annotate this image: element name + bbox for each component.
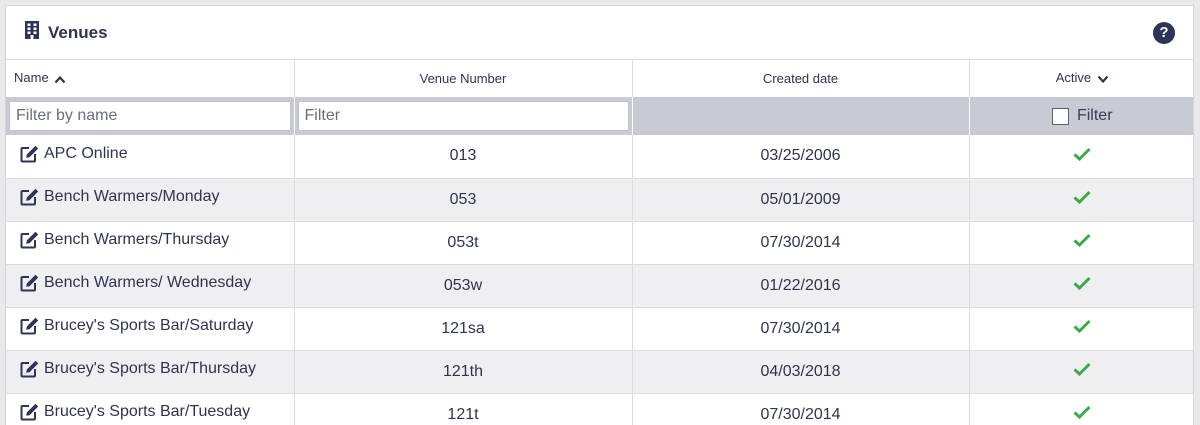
panel-title-wrap: Venues [24, 21, 108, 44]
edit-venue-link[interactable]: Bench Warmers/Monday [20, 188, 219, 206]
venue-number-filter-input[interactable] [297, 101, 629, 131]
created-date: 03/25/2006 [632, 135, 970, 179]
table-row: Bench Warmers/Monday 053 05/01/2009 [6, 178, 1193, 222]
created-date: 07/30/2014 [632, 307, 970, 351]
venue-name: Brucey's Sports Bar/Tuesday [44, 403, 251, 420]
filter-cell-number [294, 97, 633, 135]
table-row: Brucey's Sports Bar/Tuesday 121t 07/30/2… [6, 393, 1193, 425]
column-header-venue-number[interactable]: Venue Number [294, 60, 633, 97]
venue-name: Brucey's Sports Bar/Saturday [44, 317, 254, 334]
column-header-name-label: Name [14, 70, 49, 86]
active-cell [969, 221, 1193, 265]
table-row: Brucey's Sports Bar/Thursday 121th 04/03… [6, 350, 1193, 394]
edit-icon[interactable] [20, 231, 39, 249]
edit-venue-link[interactable]: Bench Warmers/ Wednesday [20, 274, 251, 292]
column-header-active[interactable]: Active [969, 60, 1193, 97]
active-cell [969, 307, 1193, 351]
column-header-active-label: Active [1055, 70, 1092, 86]
table-row: Bench Warmers/ Wednesday 053w 01/22/2016 [6, 264, 1193, 308]
column-header-created-date[interactable]: Created date [632, 60, 970, 97]
table-row: Brucey's Sports Bar/Saturday 121sa 07/30… [6, 307, 1193, 351]
chevron-down-icon [1097, 72, 1109, 87]
venue-number: 013 [294, 135, 633, 179]
edit-venue-link[interactable]: Bench Warmers/Thursday [20, 231, 229, 249]
edit-venue-link[interactable]: Brucey's Sports Bar/Thursday [20, 360, 256, 378]
column-header-name[interactable]: Name [6, 60, 295, 97]
venue-name-cell: Brucey's Sports Bar/Thursday [6, 350, 295, 394]
check-icon [1073, 190, 1091, 208]
check-icon [1073, 276, 1091, 294]
edit-icon[interactable] [20, 360, 39, 378]
active-cell [969, 393, 1193, 425]
filter-row: Filter [6, 97, 1193, 135]
check-icon [1073, 405, 1091, 423]
edit-venue-link[interactable]: Brucey's Sports Bar/Saturday [20, 317, 253, 335]
edit-icon[interactable] [20, 274, 39, 292]
table-row: Bench Warmers/Thursday 053t 07/30/2014 [6, 221, 1193, 265]
created-date: 05/01/2009 [632, 178, 970, 222]
venue-number: 053 [294, 178, 633, 222]
check-icon [1073, 233, 1091, 251]
venue-name-cell: Bench Warmers/ Wednesday [6, 264, 295, 308]
venues-table: Name Venue Number Created date Active Fi… [6, 60, 1193, 425]
created-date: 07/30/2014 [632, 221, 970, 265]
venue-name: Brucey's Sports Bar/Thursday [44, 360, 257, 377]
active-cell [969, 264, 1193, 308]
active-filter-label: Filter [1076, 107, 1113, 124]
check-icon [1073, 362, 1091, 380]
venue-name-cell: Bench Warmers/Thursday [6, 221, 295, 265]
venue-number: 121t [294, 393, 633, 425]
edit-venue-link[interactable]: Brucey's Sports Bar/Tuesday [20, 403, 250, 421]
venue-name-cell: Brucey's Sports Bar/Tuesday [6, 393, 295, 425]
building-icon [24, 21, 40, 44]
table-body: APC Online 013 03/25/2006 Bench Warmers/… [6, 135, 1193, 425]
filter-cell-name [6, 97, 295, 135]
check-icon [1073, 147, 1091, 165]
venue-name: Bench Warmers/ Wednesday [44, 274, 252, 291]
edit-icon[interactable] [20, 317, 39, 335]
filter-cell-active: Filter [969, 97, 1193, 135]
venues-panel: Venues ? Name Venue Number Created date [5, 5, 1194, 425]
venue-name-cell: Brucey's Sports Bar/Saturday [6, 307, 295, 351]
filter-cell-created [632, 97, 970, 135]
active-cell [969, 135, 1193, 179]
venue-name-cell: APC Online [6, 135, 295, 179]
edit-icon[interactable] [20, 188, 39, 206]
created-date: 07/30/2014 [632, 393, 970, 425]
check-icon [1073, 319, 1091, 337]
venue-number: 121sa [294, 307, 633, 351]
venue-name-cell: Bench Warmers/Monday [6, 178, 295, 222]
question-circle-icon[interactable]: ? [1153, 21, 1175, 44]
active-cell [969, 350, 1193, 394]
header-row: Name Venue Number Created date Active [6, 60, 1193, 97]
active-cell [969, 178, 1193, 222]
active-filter[interactable]: Filter [973, 107, 1193, 125]
column-header-venue-number-label: Venue Number [419, 71, 507, 86]
panel-header: Venues ? [6, 6, 1193, 60]
edit-venue-link[interactable]: APC Online [20, 145, 128, 163]
venue-number: 121th [294, 350, 633, 394]
page-title: Venues [48, 22, 108, 42]
venue-number: 053t [294, 221, 633, 265]
column-header-created-date-label: Created date [762, 71, 839, 86]
venue-name: Bench Warmers/Thursday [44, 231, 230, 248]
venue-name: APC Online [44, 144, 128, 162]
active-filter-checkbox[interactable] [1051, 107, 1069, 125]
edit-icon[interactable] [20, 145, 39, 163]
name-filter-input[interactable] [9, 101, 291, 131]
created-date: 01/22/2016 [632, 264, 970, 308]
table-row: APC Online 013 03/25/2006 [6, 135, 1193, 179]
chevron-up-icon [54, 72, 66, 87]
venue-number: 053w [294, 264, 633, 308]
edit-icon[interactable] [20, 403, 39, 421]
venue-name: Bench Warmers/Monday [44, 188, 220, 205]
created-date: 04/03/2018 [632, 350, 970, 394]
